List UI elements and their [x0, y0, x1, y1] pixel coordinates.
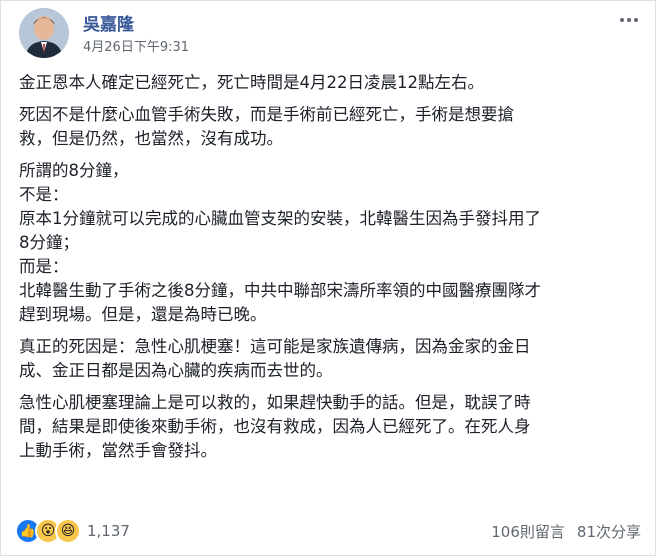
author-avatar[interactable]	[19, 8, 69, 58]
post-text-line: 金正恩本人確定已經死亡，死亡時間是4月22日凌晨12點左右。	[19, 73, 484, 92]
haha-icon: 😆	[55, 518, 81, 544]
post-paragraph: 金正恩本人確定已經死亡，死亡時間是4月22日凌晨12點左右。	[19, 71, 634, 95]
post-text-line: 而是：	[19, 257, 69, 276]
post-text-line: 8分鐘；	[19, 233, 79, 252]
post-text-line: 所謂的8分鐘，	[19, 161, 129, 180]
post-text-line: 北韓醫生動了手術之後8分鐘，中共中聯部宋濤所率領的中國醫療團隊才	[19, 281, 541, 300]
reaction-icons[interactable]: 👍 😮 😆	[15, 518, 81, 544]
post-meta: 4月26日下午9:31	[83, 36, 189, 55]
post-text-line: 原本1分鐘就可以完成的心臟血管支架的安裝，北韓醫生因為手發抖用了	[19, 209, 541, 228]
post-paragraph: 所謂的8分鐘， 不是： 原本1分鐘就可以完成的心臟血管支架的安裝，北韓醫生因為手發…	[19, 159, 634, 327]
post-paragraph: 死因不是什麼心血管手術失敗，而是手術前已經死亡，手術是想要搶 救，但是仍然，也當然…	[19, 103, 634, 151]
post-footer: 👍 😮 😆 1,137 106則留言 81次分享	[15, 514, 641, 548]
comment-count[interactable]: 106則留言	[491, 521, 565, 542]
more-dots-icon[interactable]	[617, 14, 641, 26]
post-text-line: 死因不是什麼心血管手術失敗，而是手術前已經死亡，手術是想要搶	[19, 105, 514, 124]
post-text-line: 趕到現場。但是，還是為時已晚。	[19, 305, 267, 324]
share-count[interactable]: 81次分享	[577, 521, 641, 542]
avatar-portrait-icon	[19, 8, 69, 58]
post-text-line: 真正的死因是：急性心肌梗塞！這可能是家族遺傳病，因為金家的金日	[19, 337, 531, 356]
post-text-line: 救，但是仍然，也當然，沒有成功。	[19, 129, 283, 148]
post-text-line: 間，結果是即使後來動手術，也沒有救成，因為人已經死了。在死人身	[19, 417, 531, 436]
author-name[interactable]: 吳嘉隆	[83, 10, 134, 35]
post-text-line: 上動手術，當然手會發抖。	[19, 441, 217, 460]
post-paragraph: 急性心肌梗塞理論上是可以救的，如果趕快動手的話。但是，耽誤了時 間，結果是即使後來…	[19, 391, 634, 463]
facebook-post: 吳嘉隆 4月26日下午9:31 金正恩本人確定已經死亡，死亡時間是4月22日凌晨…	[0, 0, 656, 556]
post-paragraph: 真正的死因是：急性心肌梗塞！這可能是家族遺傳病，因為金家的金日 成、金正日都是因為…	[19, 335, 634, 383]
post-text-line: 成、金正日都是因為心臟的疾病而去世的。	[19, 361, 333, 380]
reaction-count[interactable]: 1,137	[87, 522, 130, 540]
post-text-line: 急性心肌梗塞理論上是可以救的，如果趕快動手的話。但是，耽誤了時	[19, 393, 531, 412]
post-header: 吳嘉隆 4月26日下午9:31	[15, 8, 641, 64]
post-body: 金正恩本人確定已經死亡，死亡時間是4月22日凌晨12點左右。死因不是什麼心血管手…	[19, 71, 634, 471]
post-timestamp[interactable]: 4月26日下午9:31	[83, 40, 189, 55]
post-text-line: 不是：	[19, 185, 69, 204]
post-stats: 106則留言 81次分享	[491, 521, 641, 542]
